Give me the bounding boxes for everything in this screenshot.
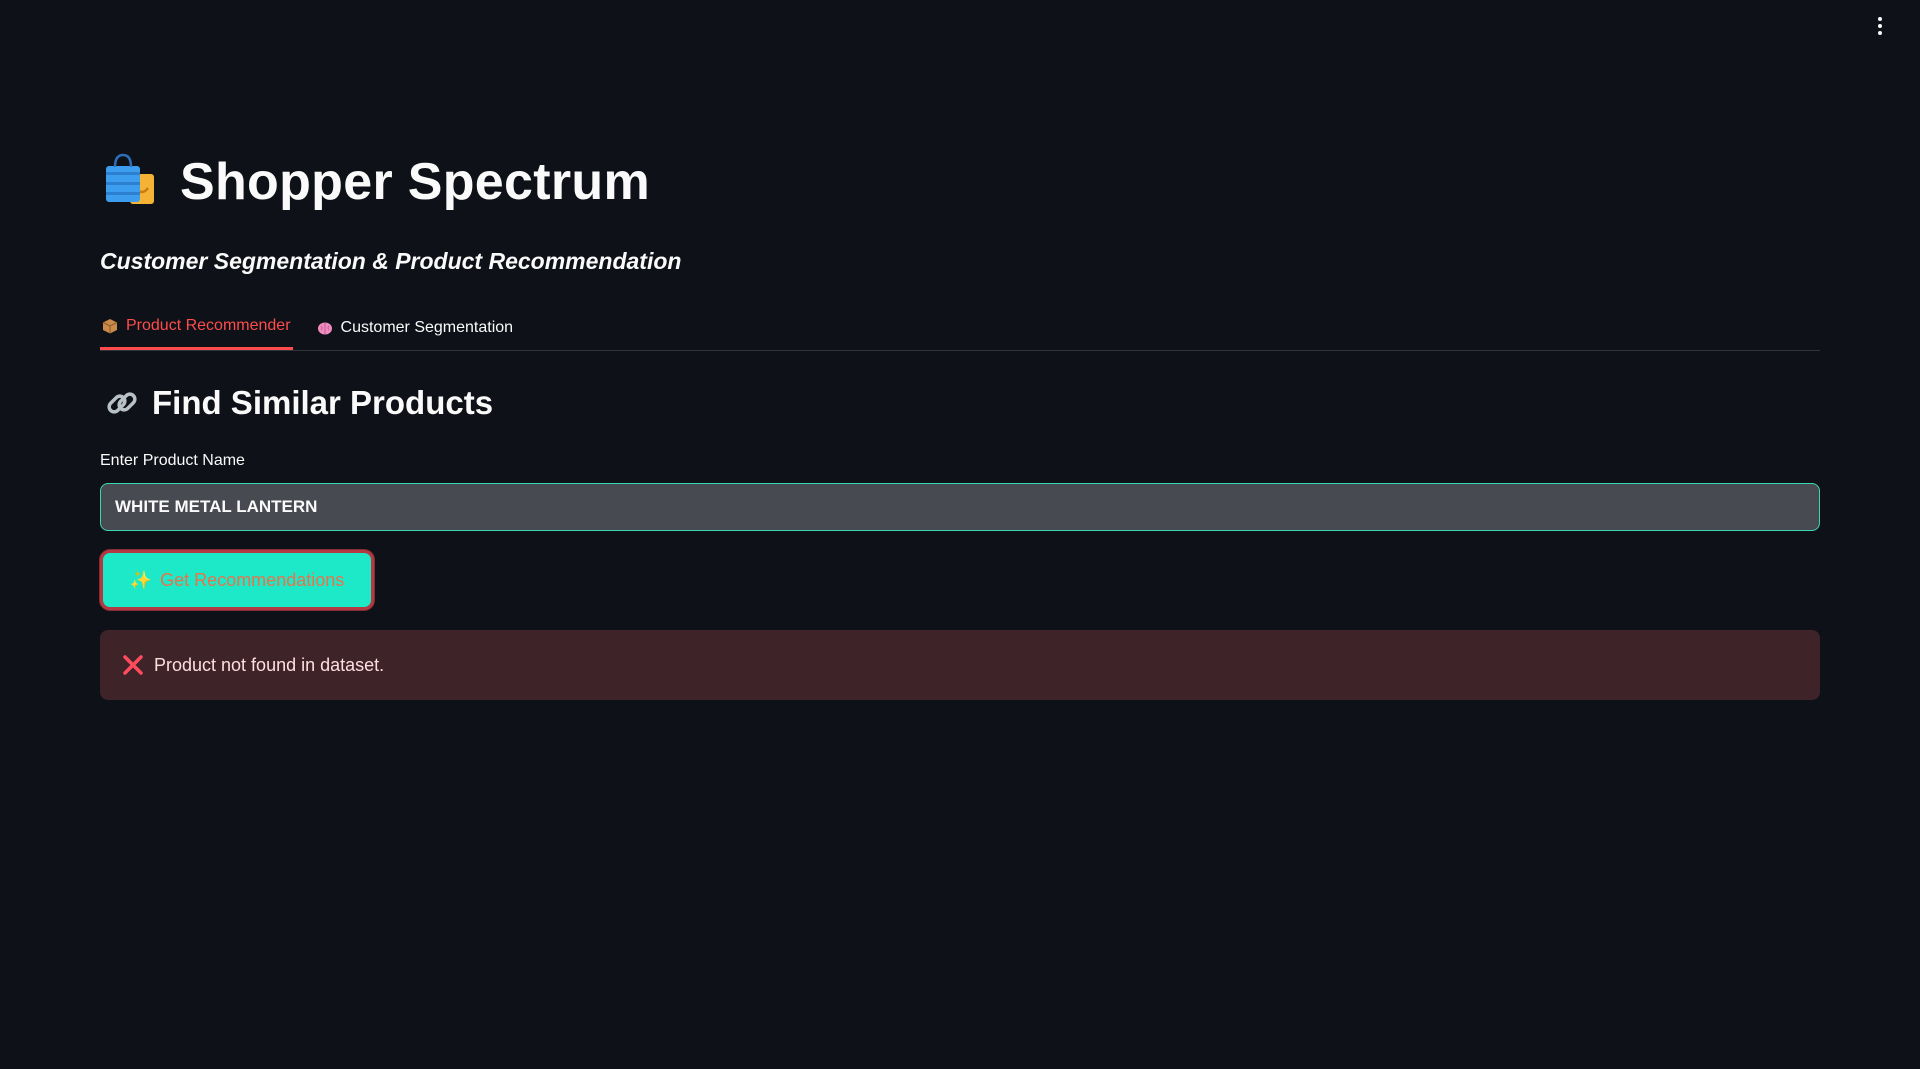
main-menu-button[interactable] bbox=[1868, 14, 1892, 38]
tab-customer-segmentation[interactable]: Customer Segmentation bbox=[315, 305, 516, 350]
title-row: Shopper Spectrum bbox=[100, 152, 650, 212]
page-subtitle: Customer Segmentation & Product Recommen… bbox=[100, 248, 682, 274]
get-recommendations-button[interactable]: ✨ Get Recommendations bbox=[100, 550, 374, 610]
error-alert: Product not found in dataset. bbox=[100, 630, 1820, 700]
package-icon bbox=[102, 319, 118, 334]
menu-dot-icon bbox=[1878, 17, 1882, 21]
section-title: Find Similar Products bbox=[152, 384, 494, 421]
section-header: Find Similar Products bbox=[104, 384, 493, 422]
menu-dot-icon bbox=[1878, 31, 1882, 35]
tab-product-recommender[interactable]: Product Recommender bbox=[100, 305, 293, 350]
product-name-input[interactable] bbox=[100, 483, 1820, 531]
sparkles-icon: ✨ bbox=[129, 569, 153, 590]
menu-dot-icon bbox=[1878, 24, 1882, 28]
page-title: Shopper Spectrum bbox=[180, 153, 650, 211]
button-label: Get Recommendations bbox=[160, 569, 345, 590]
alert-message: Product not found in dataset. bbox=[154, 654, 385, 675]
cross-mark-icon bbox=[123, 655, 143, 675]
brain-icon bbox=[317, 322, 332, 334]
product-name-label: Enter Product Name bbox=[100, 452, 245, 469]
shopping-bags-icon bbox=[106, 153, 154, 204]
app-root: Shopper Spectrum Customer Segmentation &… bbox=[0, 0, 1920, 1069]
link-icon bbox=[107, 392, 137, 414]
tab-label: Customer Segmentation bbox=[340, 318, 514, 336]
tab-bar: Product Recommender Customer Segmentatio… bbox=[100, 305, 1820, 351]
tab-label: Product Recommender bbox=[126, 317, 291, 334]
